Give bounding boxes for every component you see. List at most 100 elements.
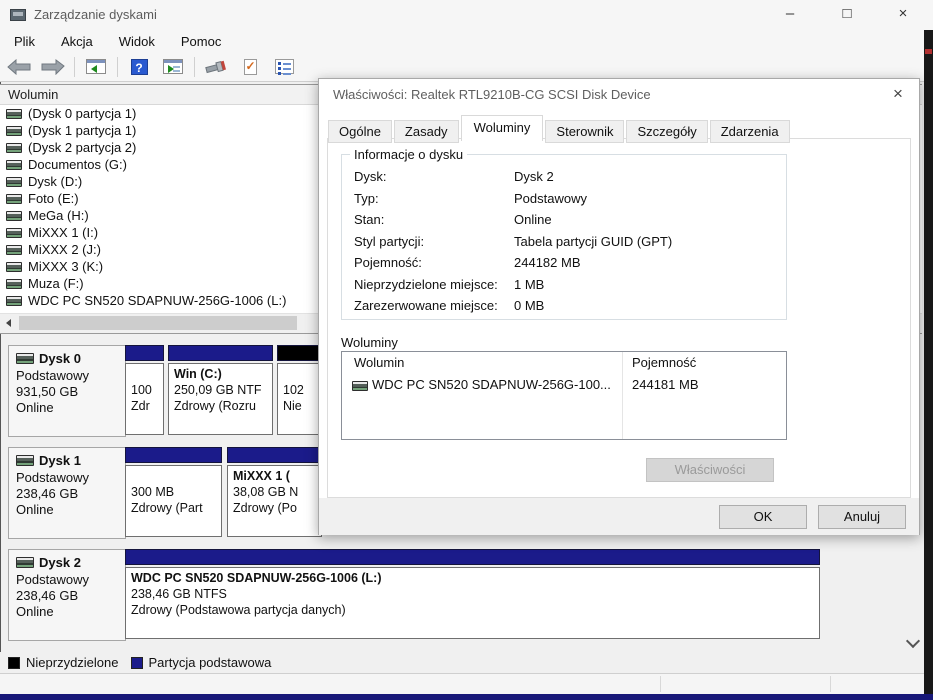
volume-label: MiXXX 2 (J:) <box>28 242 101 257</box>
desktop-strip <box>924 30 933 694</box>
partition-detail: Zdrowy (Part <box>131 501 203 515</box>
forward-icon[interactable] <box>40 55 66 79</box>
tab-ogólne[interactable]: Ogólne <box>328 120 392 143</box>
disk-status: Online <box>16 400 54 415</box>
properties-icon[interactable] <box>271 55 297 79</box>
menu-item-widok[interactable]: Widok <box>115 32 159 51</box>
menu-item-plik[interactable]: Plik <box>10 32 39 51</box>
menubar: Plik Akcja Widok Pomoc <box>0 30 924 52</box>
app-icon <box>10 9 26 21</box>
partition-cell[interactable]: MiXXX 1 (38,08 GB N Zdrowy (Po <box>227 447 322 539</box>
disk-type: Podstawowy <box>16 470 89 485</box>
disk-name: Dysk 2 <box>39 555 81 570</box>
properties-dialog: Właściwości: Realtek RTL9210B-CG SCSI Di… <box>318 78 920 535</box>
info-value: 0 MB <box>514 298 545 313</box>
partition-status-bar <box>168 345 273 361</box>
info-label: Zarezerwowane miejsce: <box>354 298 498 313</box>
volume-icon <box>6 159 22 170</box>
partition-cell[interactable]: 300 MB Zdrowy (Part <box>125 447 222 539</box>
volume-label: (Dysk 1 partycja 1) <box>28 123 137 138</box>
partition-cell[interactable]: Win (C:) 250,09 GB NTF Zdrowy (Rozru <box>168 345 273 437</box>
close-button[interactable]: × <box>880 0 926 30</box>
tab-szczegóły[interactable]: Szczegóły <box>626 120 708 143</box>
info-label: Typ: <box>354 190 379 206</box>
partition-body: 300 MB Zdrowy (Part <box>125 465 222 537</box>
maximize-button[interactable]: □ <box>824 0 870 30</box>
scroll-left-icon[interactable] <box>0 314 17 332</box>
dialog-close-icon[interactable]: × <box>883 81 913 107</box>
disk-header[interactable]: Dysk 1 Podstawowy 238,46 GB Online <box>8 447 126 539</box>
partition-label: Win (C:) <box>174 367 222 381</box>
partition-detail: 250,09 GB NTF <box>174 383 262 397</box>
info-label: Styl partycji: <box>354 233 425 249</box>
disk-status: Online <box>16 502 54 517</box>
volume-label: Dysk (D:) <box>28 174 83 189</box>
info-row: Pojemność: 244182 MB <box>342 255 786 273</box>
minimize-button[interactable]: – <box>767 0 813 30</box>
rescan-disks-icon[interactable] <box>203 55 229 79</box>
statusbar <box>0 673 924 694</box>
disk-type: Podstawowy <box>16 572 89 587</box>
show-action-pane-icon[interactable] <box>160 55 186 79</box>
partition-detail: Zdr <box>131 399 150 413</box>
info-label: Dysk: <box>354 169 387 184</box>
tab-sterownik[interactable]: Sterownik <box>545 120 625 143</box>
disk-name: Dysk 1 <box>39 453 81 468</box>
partition-status-bar <box>125 549 820 565</box>
groupbox-legend: Informacje o dysku <box>350 147 468 162</box>
volume-label: (Dysk 0 partycja 1) <box>28 106 137 121</box>
check-disk-icon[interactable]: ✓ <box>237 55 263 79</box>
partition-label <box>131 366 158 382</box>
partition-body: Win (C:) 250,09 GB NTF Zdrowy (Rozru <box>168 363 273 435</box>
ok-button[interactable]: OK <box>719 505 807 529</box>
info-value: Tabela partycji GUID (GPT) <box>514 233 673 249</box>
info-row: Stan: Online <box>342 212 786 230</box>
legend-swatch <box>8 656 20 669</box>
show-console-tree-icon[interactable] <box>83 55 109 79</box>
back-icon[interactable] <box>6 55 32 79</box>
info-value: 1 MB <box>514 276 545 292</box>
volume-label: Documentos (G:) <box>28 157 127 172</box>
volume-icon <box>352 381 368 391</box>
menu-item-akcja[interactable]: Akcja <box>57 32 97 51</box>
column-header-volume[interactable]: Wolumin <box>354 355 404 370</box>
volume-capacity: 244181 MB <box>632 377 699 392</box>
disk-icon <box>16 353 34 364</box>
disk-header[interactable]: Dysk 0 Podstawowy 931,50 GB Online <box>8 345 126 437</box>
tab-zasady[interactable]: Zasady <box>393 120 459 143</box>
legend: Nieprzydzielone Partycja podstawowa <box>0 652 924 673</box>
menu-item-pomoc[interactable]: Pomoc <box>177 32 225 51</box>
tab-page-woluminy: Informacje o dysku Dysk: Dysk 2 Typ: Podsta… <box>327 138 911 498</box>
tab-woluminy[interactable]: Woluminy <box>460 115 544 141</box>
desktop-fragment <box>925 49 932 54</box>
info-row: Typ: Podstawowy <box>342 191 786 209</box>
partition-cell[interactable]: 100 Zdr <box>125 345 164 437</box>
tab-zdarzenia[interactable]: Zdarzenia <box>709 120 790 143</box>
disk-partitions: WDC PC SN520 SDAPNUW-256G-1006 (L:) 238,4… <box>125 549 918 641</box>
disk-header[interactable]: Dysk 2 Podstawowy 238,46 GB Online <box>8 549 126 641</box>
volume-icon <box>6 278 22 289</box>
info-value: 244182 MB <box>514 255 581 270</box>
scrollbar-thumb[interactable] <box>19 316 297 330</box>
info-row: Styl partycji: Tabela partycji GUID (GPT) <box>342 234 786 252</box>
disk-management-window: Zarządzanie dyskami – □ × Plik Akcja Widok… <box>0 0 933 700</box>
info-value: Online <box>514 212 552 227</box>
window-title: Zarządzanie dyskami <box>34 7 157 22</box>
volume-properties-button[interactable]: Właściwości <box>646 458 774 482</box>
disk-name: Dysk 0 <box>39 351 81 366</box>
volume-icon <box>6 108 22 119</box>
info-value: Podstawowy <box>514 190 587 206</box>
partition-label: WDC PC SN520 SDAPNUW-256G-1006 (L:) <box>131 571 382 585</box>
cancel-button[interactable]: Anuluj <box>818 505 906 529</box>
statusbar-divider <box>830 676 831 692</box>
info-row: Nieprzydzielone miejsce: 1 MB <box>342 277 786 295</box>
legend-item: Partycja podstawowa <box>130 655 271 670</box>
volume-label: Foto (E:) <box>28 191 79 206</box>
legend-label: Nieprzydzielone <box>26 655 119 670</box>
volume-icon <box>6 193 22 204</box>
legend-item: Nieprzydzielone <box>8 655 119 670</box>
partition-cell[interactable]: WDC PC SN520 SDAPNUW-256G-1006 (L:) 238,4… <box>125 549 820 641</box>
column-header-capacity[interactable]: Pojemność <box>632 355 696 370</box>
help-icon[interactable]: ? <box>126 55 152 79</box>
volume-row[interactable]: WDC PC SN520 SDAPNUW-256G-100... 244181 … <box>342 376 786 395</box>
